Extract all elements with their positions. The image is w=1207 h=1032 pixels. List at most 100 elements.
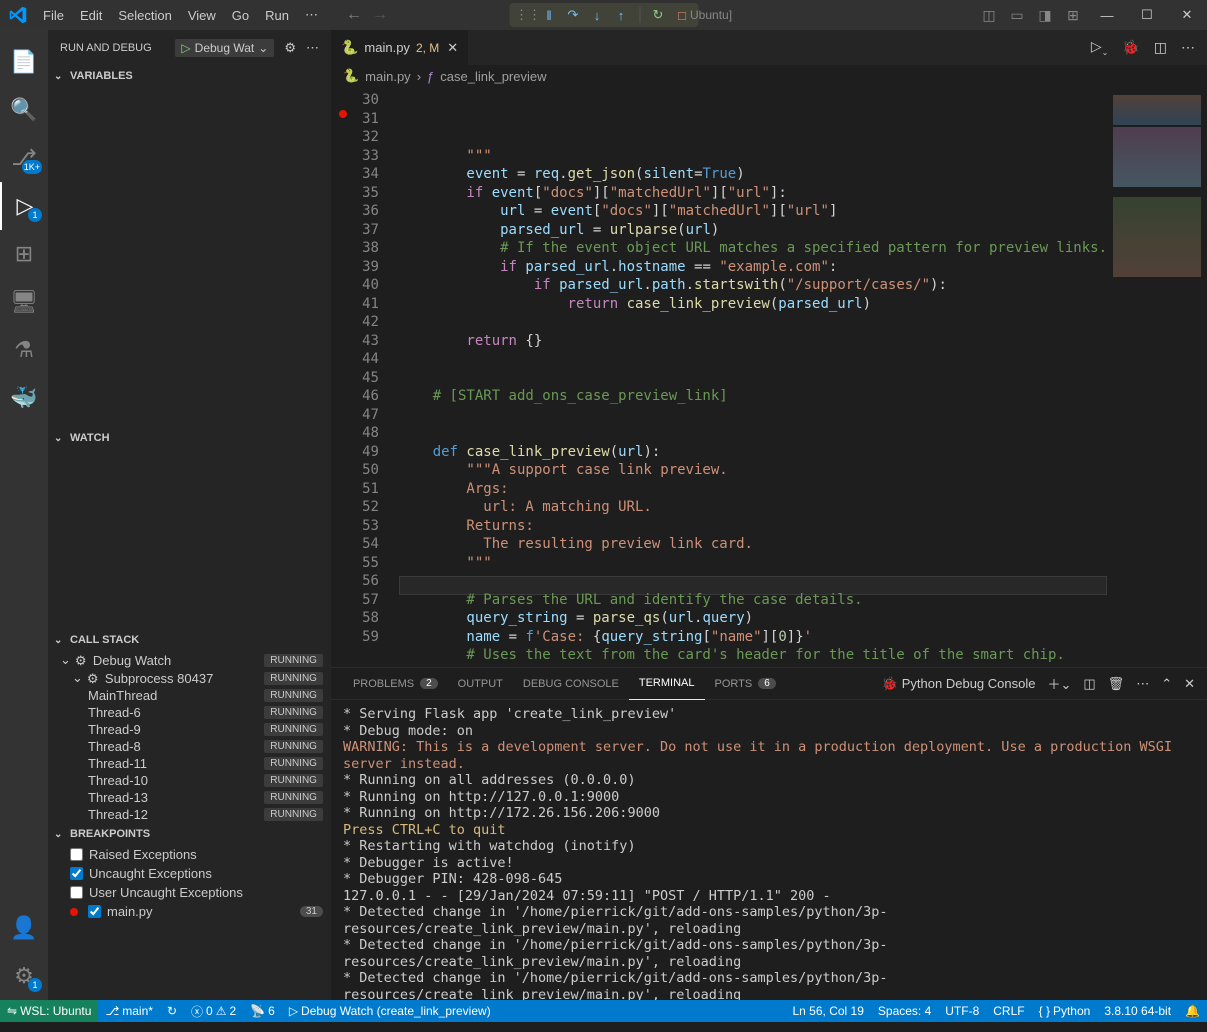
problems-status[interactable]: ⓧ0 ⚠2 (184, 1000, 243, 1022)
terminal-output[interactable]: * Serving Flask app 'create_link_preview… (331, 700, 1207, 1000)
python-interpreter[interactable]: 3.8.10 64-bit (1097, 1000, 1178, 1022)
section-callstack[interactable]: ⌄ CALL STACK (48, 629, 331, 651)
run-debug-icon[interactable]: ▷1 (0, 182, 48, 230)
callstack-item[interactable]: Thread-12RUNNING (48, 806, 331, 823)
breakpoint-item[interactable]: main.py31 (48, 902, 331, 921)
ports-status[interactable]: 📡6 (243, 1000, 282, 1022)
warning-icon: ⚠ (216, 1004, 227, 1018)
callstack-item[interactable]: ⌄⚙Debug WatchRUNNING (48, 651, 331, 669)
debug-step-over[interactable]: ↷ (563, 7, 583, 23)
nav-forward[interactable]: → (372, 6, 388, 24)
sidebar-title: RUN AND DEBUG (60, 42, 152, 54)
panel-tab-output[interactable]: OUTPUT (448, 668, 513, 700)
section-variables[interactable]: ⌄ VARIABLES (48, 65, 331, 87)
indentation[interactable]: Spaces: 4 (871, 1000, 938, 1022)
editor[interactable]: 3031323334353637383940414243444546474849… (331, 87, 1207, 667)
debug-status[interactable]: ▷ Debug Watch (create_link_preview) (282, 1000, 498, 1022)
nav-back[interactable]: ← (346, 6, 362, 24)
breakpoint-item[interactable]: Uncaught Exceptions (48, 864, 331, 883)
callstack-item[interactable]: Thread-8RUNNING (48, 738, 331, 755)
kill-terminal-icon[interactable]: 🗑 (1108, 676, 1125, 692)
layout-1-icon[interactable]: ◫ (975, 7, 1003, 24)
section-watch[interactable]: ⌄ WATCH (48, 427, 331, 449)
source-control-icon[interactable]: ⎇1K+ (0, 134, 48, 182)
debug-step-out[interactable]: ↑ (611, 8, 631, 23)
debug-config-label: Debug Wat (195, 41, 255, 55)
menu-go[interactable]: Go (224, 8, 257, 23)
menu-edit[interactable]: Edit (72, 8, 110, 23)
debug-more-icon[interactable]: ⋯ (306, 40, 319, 56)
panel-tab-terminal[interactable]: TERMINAL (629, 668, 705, 700)
tab-close-icon[interactable]: ✕ (447, 40, 458, 56)
breakpoint-item[interactable]: User Uncaught Exceptions (48, 883, 331, 902)
window-close[interactable]: ✕ (1167, 0, 1207, 30)
callstack-item[interactable]: Thread-11RUNNING (48, 755, 331, 772)
remote-explorer-icon[interactable]: 🖥 (0, 278, 48, 326)
error-icon: ⓧ (191, 1003, 203, 1020)
debug-gear-icon[interactable]: ⚙ (284, 40, 296, 56)
docker-icon[interactable]: 🐳 (0, 374, 48, 422)
notifications-icon[interactable]: 🔔 (1178, 1000, 1207, 1022)
menu-view[interactable]: View (180, 8, 224, 23)
debug-step-into[interactable]: ↓ (587, 8, 607, 23)
panel-tab-problems[interactable]: PROBLEMS2 (343, 668, 448, 700)
breakpoint-checkbox[interactable] (88, 905, 101, 918)
debug-console-select[interactable]: 🐞 Python Debug Console (882, 676, 1036, 692)
panel-more-icon[interactable]: ⋯ (1136, 676, 1149, 692)
settings-gear-icon[interactable]: ⚙1 (0, 952, 48, 1000)
debug-pause[interactable]: ‖ (539, 8, 559, 23)
remote-indicator[interactable]: ⇋ WSL: Ubuntu (0, 1000, 98, 1022)
panel-tab-debug-console[interactable]: DEBUG CONSOLE (513, 668, 629, 700)
extensions-icon[interactable]: ⊞ (0, 230, 48, 278)
callstack-item[interactable]: Thread-10RUNNING (48, 772, 331, 789)
callstack-item[interactable]: MainThreadRUNNING (48, 687, 331, 704)
layout-2-icon[interactable]: ▭ (1003, 7, 1031, 24)
split-editor-icon[interactable]: ◫ (1154, 39, 1167, 56)
debug-config-selector[interactable]: ▷ Debug Wat ⌄ (175, 39, 274, 57)
breakpoint-item[interactable]: Raised Exceptions (48, 845, 331, 864)
python-file-icon: 🐍 (343, 68, 359, 84)
tab-main-py[interactable]: 🐍 main.py 2, M ✕ (331, 30, 469, 65)
minimap[interactable] (1107, 87, 1207, 667)
eol[interactable]: CRLF (986, 1000, 1031, 1022)
accounts-icon[interactable]: 👤 (0, 904, 48, 952)
debug-stop[interactable]: □ (672, 8, 692, 23)
section-breakpoints[interactable]: ⌄ BREAKPOINTS (48, 823, 331, 845)
run-python-icon[interactable]: ▷⌄ (1091, 38, 1108, 57)
testing-icon[interactable]: ⚗ (0, 326, 48, 374)
split-terminal-icon[interactable]: ◫ (1083, 676, 1095, 692)
new-terminal-icon[interactable]: ＋⌄ (1047, 674, 1071, 693)
callstack-item[interactable]: Thread-9RUNNING (48, 721, 331, 738)
callstack-item[interactable]: Thread-6RUNNING (48, 704, 331, 721)
menu-overflow[interactable]: ⋯ (297, 7, 326, 23)
language-mode[interactable]: { } Python (1032, 1000, 1098, 1022)
layout-4-icon[interactable]: ⊞ (1059, 7, 1087, 24)
menu-file[interactable]: File (35, 8, 72, 23)
explorer-icon[interactable]: 📄 (0, 38, 48, 86)
git-branch[interactable]: ⎇ main* (98, 1000, 160, 1022)
window-minimize[interactable]: — (1087, 0, 1127, 30)
git-sync[interactable]: ↻ (160, 1000, 184, 1022)
breakpoint-checkbox[interactable] (70, 886, 83, 899)
debug-restart[interactable]: ↻ (648, 7, 668, 23)
debug-grip[interactable]: ⋮⋮ (515, 7, 535, 23)
debug-alt-icon[interactable]: 🐞 (1122, 39, 1139, 56)
editor-more-icon[interactable]: ⋯ (1181, 39, 1195, 56)
cursor-position[interactable]: Ln 56, Col 19 (786, 1000, 871, 1022)
encoding[interactable]: UTF-8 (938, 1000, 986, 1022)
callstack-item[interactable]: ⌄⚙Subprocess 80437RUNNING (48, 669, 331, 687)
play-icon: ▷ (181, 41, 190, 55)
panel-maximize-icon[interactable]: ⌃ (1161, 676, 1172, 692)
breakpoint-checkbox[interactable] (70, 867, 83, 880)
search-icon[interactable]: 🔍 (0, 86, 48, 134)
layout-3-icon[interactable]: ◨ (1031, 7, 1059, 24)
breakpoint-dot[interactable] (339, 110, 347, 118)
panel-tab-ports[interactable]: PORTS6 (705, 668, 786, 700)
breakpoint-checkbox[interactable] (70, 848, 83, 861)
breadcrumb[interactable]: 🐍 main.py › ƒ case_link_preview (331, 65, 1207, 87)
window-maximize[interactable]: ☐ (1127, 0, 1167, 30)
panel-close-icon[interactable]: ✕ (1184, 676, 1195, 692)
callstack-item[interactable]: Thread-13RUNNING (48, 789, 331, 806)
menu-selection[interactable]: Selection (110, 8, 179, 23)
menu-run[interactable]: Run (257, 8, 297, 23)
